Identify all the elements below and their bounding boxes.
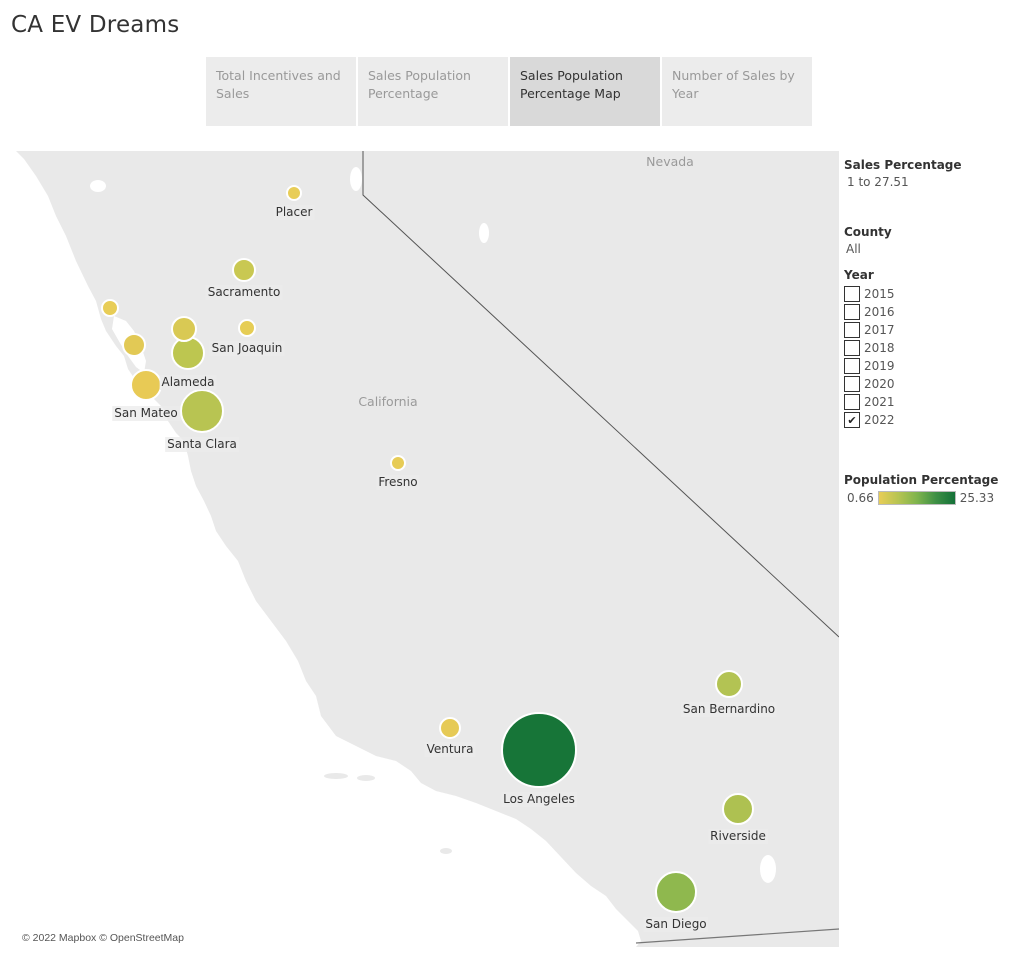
county-bubble[interactable] (171, 336, 205, 370)
legend-min: 0.66 (847, 491, 874, 505)
filter-panel: Sales Percentage 1 to 27.51 County All Y… (844, 158, 1014, 521)
year-label: 2016 (864, 305, 895, 319)
checkbox[interactable] (844, 340, 860, 356)
population-percentage-legend: Population Percentage 0.66 25.33 (844, 473, 1014, 505)
year-filter-title: Year (844, 268, 874, 282)
lake (350, 167, 362, 191)
county-bubble[interactable] (180, 389, 224, 433)
county-bubble[interactable] (390, 455, 406, 471)
county-bubble[interactable] (101, 299, 119, 317)
year-option[interactable]: 2018 (844, 339, 1014, 357)
legend-scale: 0.66 25.33 (844, 491, 1014, 505)
year-option[interactable]: 2020 (844, 375, 1014, 393)
dashboard-title: CA EV Dreams (11, 12, 180, 38)
county-filter-title: County (844, 225, 892, 239)
map-basemap (16, 151, 839, 947)
legend-max: 25.33 (959, 491, 995, 505)
lake (90, 180, 106, 192)
year-label: 2015 (864, 287, 895, 301)
lake (760, 855, 776, 883)
checkbox[interactable] (844, 376, 860, 392)
year-option[interactable]: 2016 (844, 303, 1014, 321)
county-bubble[interactable] (130, 369, 162, 401)
year-label: 2021 (864, 395, 895, 409)
checkbox[interactable] (844, 394, 860, 410)
county-label-sacramento: Sacramento (205, 285, 283, 300)
tab-total-incentives[interactable]: Total Incentives and Sales (206, 57, 356, 126)
county-label-riverside: Riverside (708, 829, 768, 844)
year-option[interactable]: 2019 (844, 357, 1014, 375)
checkbox[interactable] (844, 304, 860, 320)
year-option[interactable]: ✔ 2022 (844, 411, 1014, 429)
checkbox[interactable] (844, 322, 860, 338)
checkmark-icon: ✔ (847, 413, 857, 427)
county-bubble-map[interactable]: Nevada California Placer Sacramento San … (16, 151, 839, 947)
county-label-san-bernardino: San Bernardino (680, 702, 778, 717)
legend-gradient (877, 491, 956, 505)
year-label: 2020 (864, 377, 895, 391)
sales-percentage-filter: Sales Percentage 1 to 27.51 (844, 158, 1014, 189)
year-checkbox-list: 2015 2016 2017 2018 2019 2020 2021 ✔ 2022 (844, 285, 1014, 429)
county-label-san-joaquin: San Joaquin (209, 341, 285, 356)
sales-percentage-value[interactable]: 1 to 27.51 (847, 175, 1014, 189)
checkbox[interactable] (844, 358, 860, 374)
island (357, 775, 375, 781)
county-bubble[interactable] (501, 712, 577, 788)
checkbox[interactable] (844, 286, 860, 302)
legend-title: Population Percentage (844, 473, 999, 487)
county-label-ventura: Ventura (424, 742, 476, 757)
county-bubble[interactable] (722, 793, 754, 825)
county-bubble[interactable] (286, 185, 302, 201)
year-label: 2017 (864, 323, 895, 337)
county-label-san-mateo: San Mateo (112, 406, 180, 421)
year-label: 2022 (864, 413, 895, 427)
county-label-placer: Placer (273, 205, 315, 220)
year-filter: Year 2015 2016 2017 2018 2019 2020 2021 … (844, 268, 1014, 429)
nevada-label: Nevada (646, 154, 694, 169)
lake (479, 223, 489, 243)
tab-number-of-sales-by-year[interactable]: Number of Sales by Year (662, 57, 812, 126)
county-label-san-diego: San Diego (643, 917, 709, 932)
tab-bar: Total Incentives and Sales Sales Populat… (206, 57, 812, 126)
year-option[interactable]: 2015 (844, 285, 1014, 303)
year-option[interactable]: 2021 (844, 393, 1014, 411)
california-label: California (358, 394, 418, 409)
year-label: 2018 (864, 341, 895, 355)
county-label-los-angeles: Los Angeles (501, 792, 577, 807)
year-option[interactable]: 2017 (844, 321, 1014, 339)
county-bubble[interactable] (238, 319, 256, 337)
county-filter: County All (844, 225, 1014, 256)
checkbox[interactable]: ✔ (844, 412, 860, 428)
county-bubble[interactable] (122, 333, 146, 357)
county-label-fresno: Fresno (376, 475, 420, 490)
tab-sales-population-percentage[interactable]: Sales Population Percentage (358, 57, 508, 126)
county-bubble[interactable] (171, 316, 197, 342)
year-label: 2019 (864, 359, 895, 373)
county-label-alameda: Alameda (159, 375, 217, 390)
county-bubble[interactable] (715, 670, 743, 698)
tab-sales-population-map[interactable]: Sales Population Percentage Map (510, 57, 660, 126)
county-bubble[interactable] (655, 871, 697, 913)
county-label-santa-clara: Santa Clara (165, 437, 239, 452)
county-bubble[interactable] (232, 258, 256, 282)
sales-percentage-title: Sales Percentage (844, 158, 962, 172)
island (324, 773, 348, 779)
county-bubble[interactable] (439, 717, 461, 739)
map-attribution[interactable]: © 2022 Mapbox © OpenStreetMap (22, 932, 184, 944)
island (440, 848, 452, 854)
county-filter-value[interactable]: All (846, 242, 1014, 256)
